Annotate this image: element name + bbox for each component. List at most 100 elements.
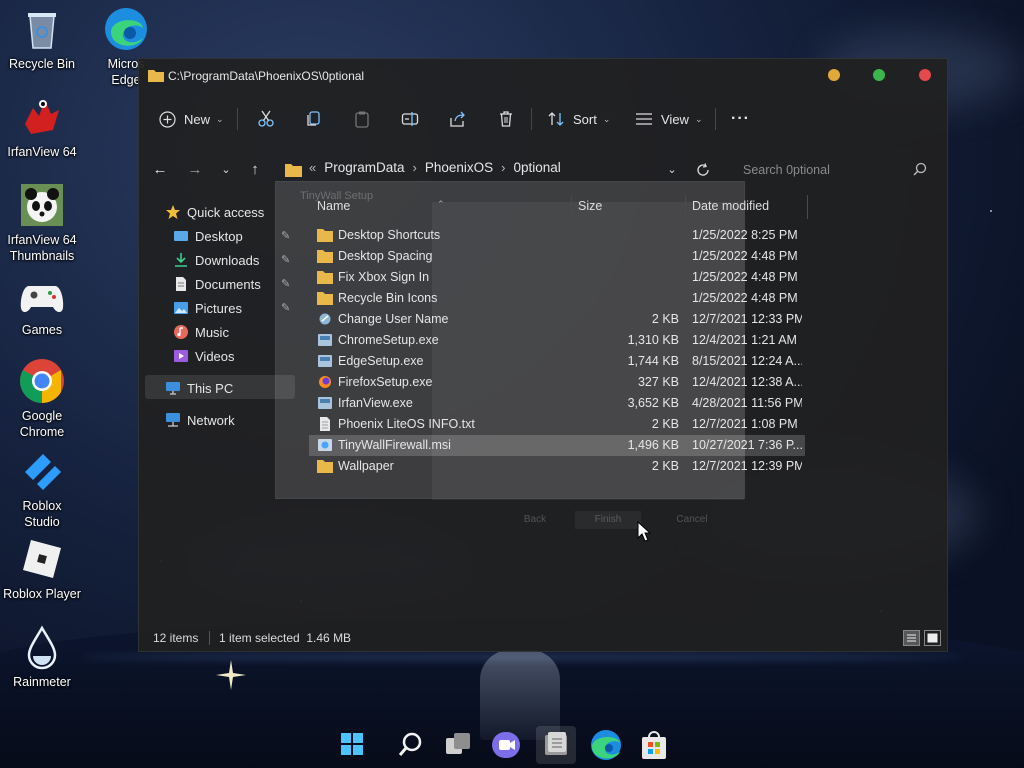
file-size: 1,496 KB xyxy=(627,438,679,452)
file-name: Wallpaper xyxy=(338,459,394,473)
desktop-icon-irfanview[interactable]: IrfanView 64 xyxy=(0,94,84,160)
pin-icon[interactable]: ✎ xyxy=(281,229,290,242)
copy-button[interactable] xyxy=(305,107,323,131)
search-input[interactable]: Search 0ptional xyxy=(743,163,830,177)
rename-icon xyxy=(401,112,419,126)
column-header-size[interactable]: Size xyxy=(578,199,602,213)
file-row[interactable]: Change User Name 2 KB 12/7/2021 12:33 PM xyxy=(309,309,805,330)
sidebar-item-quick-access[interactable]: Quick access xyxy=(165,201,264,223)
file-row[interactable]: ChromeSetup.exe 1,310 KB 12/4/2021 1:21 … xyxy=(309,330,805,351)
sidebar-item-this-pc[interactable]: This PC xyxy=(165,377,233,399)
store-button[interactable] xyxy=(634,726,674,764)
start-button[interactable] xyxy=(332,726,372,764)
breadcrumb-item[interactable]: ProgramData xyxy=(324,160,404,175)
sidebar-item-music[interactable]: Music xyxy=(173,321,229,343)
star-icon xyxy=(165,204,181,220)
sidebar-item-desktop[interactable]: Desktop xyxy=(173,225,243,247)
file-row-selected[interactable]: TinyWallFirewall.msi 1,496 KB 10/27/2021… xyxy=(309,435,805,456)
chat-button[interactable] xyxy=(486,726,526,764)
file-row[interactable]: Fix Xbox Sign In 1/25/2022 4:48 PM xyxy=(309,267,805,288)
close-button[interactable] xyxy=(919,69,931,81)
column-divider[interactable] xyxy=(571,195,572,219)
large-icons-view-button[interactable] xyxy=(924,630,941,646)
sidebar-item-label: Network xyxy=(187,412,235,428)
file-name: Phoenix LiteOS INFO.txt xyxy=(338,417,475,431)
sidebar-item-videos[interactable]: Videos xyxy=(173,345,235,367)
search-icon xyxy=(913,162,927,176)
details-view-icon xyxy=(907,634,916,642)
sort-button[interactable]: Sort ⌄ xyxy=(547,107,610,131)
view-button[interactable]: View ⌄ xyxy=(635,107,703,131)
file-row[interactable]: Desktop Spacing 1/25/2022 4:48 PM xyxy=(309,246,805,267)
file-explorer-taskbar-button[interactable] xyxy=(536,726,576,764)
breadcrumb-item[interactable]: PhoenixOS xyxy=(425,160,493,175)
share-button[interactable] xyxy=(449,107,467,131)
paste-icon xyxy=(355,111,369,128)
address-dropdown-chevron-icon[interactable]: ⌄ xyxy=(662,160,682,180)
navigation-pane: Quick access Desktop ✎ Downloads ✎ Docum… xyxy=(139,199,297,627)
file-row[interactable]: Desktop Shortcuts 1/25/2022 8:25 PM xyxy=(309,225,805,246)
edge-taskbar-button[interactable] xyxy=(586,726,626,764)
desktop-icon-roblox-studio[interactable]: Roblox Studio xyxy=(0,448,84,530)
new-label: New xyxy=(184,111,211,127)
file-size: 2 KB xyxy=(651,312,679,326)
sidebar-item-documents[interactable]: Documents xyxy=(173,273,261,295)
cut-button[interactable] xyxy=(257,107,275,131)
recent-locations-chevron-icon[interactable]: ⌄ xyxy=(216,160,236,180)
view-icon xyxy=(636,113,652,125)
breadcrumb-item[interactable]: 0ptional xyxy=(514,160,561,175)
file-date: 12/4/2021 1:21 AM xyxy=(692,333,797,347)
breadcrumb-overflow[interactable]: « xyxy=(309,160,316,175)
maximize-button[interactable] xyxy=(873,69,885,81)
status-bar: 12 items 1 item selected 1.46 MB xyxy=(139,625,947,651)
desktop-icon-games[interactable]: Games xyxy=(0,272,84,338)
details-view-button[interactable] xyxy=(903,630,920,646)
pin-icon[interactable]: ✎ xyxy=(281,253,290,266)
column-header-name[interactable]: Name xyxy=(317,199,350,213)
back-arrow-icon[interactable]: ← xyxy=(150,160,170,180)
forward-arrow-icon[interactable]: → xyxy=(185,160,205,180)
edge-icon xyxy=(591,730,621,760)
pin-icon[interactable]: ✎ xyxy=(281,301,290,314)
more-options-button[interactable]: ··· xyxy=(731,107,750,131)
new-button[interactable]: New ⌄ xyxy=(159,107,224,131)
desktop-icon-roblox-player[interactable]: Roblox Player xyxy=(0,536,84,602)
pin-icon[interactable]: ✎ xyxy=(281,277,290,290)
file-size: 1,310 KB xyxy=(627,333,679,347)
videos-icon xyxy=(173,348,189,364)
file-explorer-window[interactable]: C:\ProgramData\PhoenixOS\0ptional New ⌄ xyxy=(138,58,948,652)
sidebar-item-downloads[interactable]: Downloads xyxy=(173,249,259,271)
file-row[interactable]: EdgeSetup.exe 1,744 KB 8/15/2021 12:24 A… xyxy=(309,351,805,372)
file-date: 1/25/2022 4:48 PM xyxy=(692,291,798,305)
title-bar[interactable]: C:\ProgramData\PhoenixOS\0ptional xyxy=(139,59,947,93)
desktop-icon-rainmeter[interactable]: Rainmeter xyxy=(0,624,84,690)
desktop-icon-chrome[interactable]: Google Chrome xyxy=(0,358,84,440)
file-row[interactable]: Recycle Bin Icons 1/25/2022 4:48 PM xyxy=(309,288,805,309)
column-divider[interactable] xyxy=(685,195,686,219)
file-row[interactable]: FirefoxSetup.exe 327 KB 12/4/2021 12:38 … xyxy=(309,372,805,393)
search-box[interactable]: Search 0ptional xyxy=(733,157,935,183)
file-size: 2 KB xyxy=(651,417,679,431)
delete-button[interactable] xyxy=(497,107,515,131)
sidebar-item-pictures[interactable]: Pictures xyxy=(173,297,242,319)
task-view-button[interactable] xyxy=(438,726,478,764)
chevron-down-icon: ⌄ xyxy=(602,113,611,124)
documents-icon xyxy=(173,276,189,292)
background-finish-button: Finish xyxy=(575,511,641,529)
desktop-icon-recycle-bin[interactable]: Recycle Bin xyxy=(0,6,84,72)
column-divider[interactable] xyxy=(807,195,808,219)
desktop-icon-label: Google Chrome xyxy=(19,409,65,439)
refresh-icon[interactable] xyxy=(696,163,710,177)
breadcrumb[interactable]: « ProgramData › PhoenixOS › 0ptional xyxy=(309,160,561,175)
desktop-icon-irfanview-thumbnails[interactable]: IrfanView 64 Thumbnails xyxy=(0,182,84,264)
file-row[interactable]: IrfanView.exe 3,652 KB 4/28/2021 11:56 P… xyxy=(309,393,805,414)
minimize-button[interactable] xyxy=(828,69,840,81)
taskbar-search-button[interactable] xyxy=(390,726,430,764)
column-header-date-modified[interactable]: Date modified xyxy=(692,199,769,213)
up-arrow-icon[interactable]: ↑ xyxy=(245,160,265,180)
file-row[interactable]: Phoenix LiteOS INFO.txt 2 KB 12/7/2021 1… xyxy=(309,414,805,435)
rename-button[interactable] xyxy=(401,107,419,131)
file-row[interactable]: Wallpaper 2 KB 12/7/2021 12:39 PM xyxy=(309,456,805,477)
sidebar-item-network[interactable]: Network xyxy=(165,409,235,431)
paste-button[interactable] xyxy=(353,107,371,131)
